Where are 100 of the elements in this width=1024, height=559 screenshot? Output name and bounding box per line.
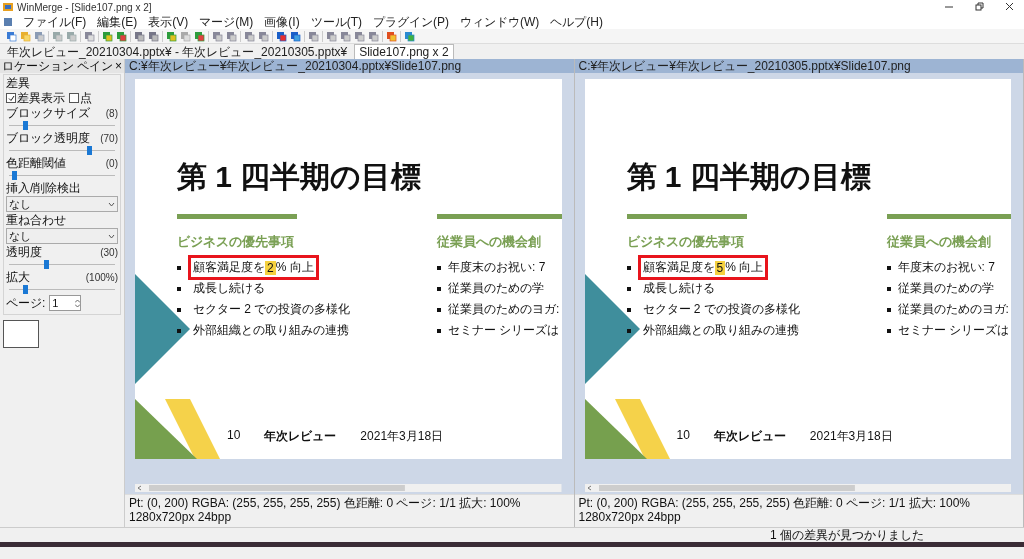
bullet-text: 従業員のためのヨガ: [897,301,1009,318]
toolbar-icon[interactable] [84,30,95,42]
menu-item[interactable]: ヘルプ(H) [549,14,604,29]
toolbar-icon[interactable] [404,30,415,42]
section-heading: ビジネスの優先事項 [626,233,745,251]
bullet-icon [177,307,181,312]
menu-item[interactable]: ツール(T) [309,14,363,29]
footer-date: 2021年3月18日 [360,428,444,445]
toolbar-icon[interactable] [134,30,145,42]
slider[interactable] [9,260,115,269]
bullet-text: セクター 2 での投資の多様化 [641,301,801,318]
bullet-text: 成長し続ける [192,280,266,297]
toolbar-icon[interactable] [276,30,287,42]
bullet-text: 年度末のお祝い: 7 [448,259,546,276]
slide-number: 10 [227,428,241,444]
toolbar-icon[interactable] [326,30,337,42]
slider-reading: (70) [100,132,118,144]
footer-date: 2021年3月18日 [809,428,893,445]
bullet-text: 外部組織との取り組みの連携 [192,322,350,339]
checkbox[interactable] [69,93,79,103]
toolbar-icon[interactable] [244,30,255,42]
menu-item[interactable]: マージ(M) [198,14,255,29]
bullet-text: 従業員のための学 [897,280,994,297]
slide-title: 第 1 四半期の目標 [177,159,423,195]
bullet-text: 従業員のための学 [448,280,544,297]
bullet-icon [886,328,891,333]
document-tab[interactable]: 年次レビュー_20210304.pptx¥ - 年次レビュー_20210305.pptx¥ [2,44,353,59]
slider-label: 透明度 [6,245,42,259]
slider-label: 色距離閾値 [6,156,66,170]
toolbar-icon[interactable] [386,30,397,42]
slider-reading: (0) [105,157,118,169]
slider-thumb[interactable] [22,285,28,294]
bullet-icon [177,328,181,333]
close-button[interactable]: × [115,59,122,73]
chevron-icon [108,201,115,207]
dropdown[interactable]: なし [6,196,118,212]
bullet-icon [437,286,441,291]
dropdown[interactable]: なし [6,228,118,244]
file-path: C:¥年次レビュー¥年次レビュー_20210304.pptx¥Slide107.png [125,59,574,73]
menu-item[interactable]: 編集(E) [96,14,139,29]
toolbar-icon[interactable] [258,30,269,42]
footer-title: 年次レビュー [264,428,337,445]
slider-thumb[interactable] [22,121,28,130]
toolbar-icon[interactable] [354,30,365,42]
toolbar-icon[interactable] [368,30,379,42]
bullet-icon [626,265,631,270]
slider-reading: (8) [105,107,118,119]
page-spinner[interactable]: 1 [49,295,82,311]
document-tab[interactable]: Slide107.png x 2 [354,44,454,59]
stripe-shape [614,399,670,459]
horizontal-scrollbar[interactable] [135,484,562,492]
footer-title: 年次レビュー [713,428,786,445]
slider-label: ブロックサイズ [6,106,90,120]
dropdown-label: 挿入/削除検出 [6,181,83,195]
toolbar-icon[interactable] [194,30,205,42]
toolbar-icon[interactable] [340,30,351,42]
slider-reading: (100%) [85,271,118,283]
document-icon[interactable] [3,16,13,27]
bullet-icon [886,286,891,291]
app-icon [3,2,13,12]
horizontal-scrollbar[interactable] [584,484,1011,492]
slider[interactable] [9,146,115,155]
bullet-text: 年度末のお祝い: 7 [897,259,995,276]
file-path: C:¥年次レビュー¥年次レビュー_20210305.pptx¥Slide107.png [574,59,1023,73]
section-heading: ビジネスの優先事項 [177,233,295,251]
toolbar-icon[interactable] [212,30,223,42]
slider-thumb[interactable] [86,146,92,155]
bullet-text: 顧客満足度を 2 % 向上 [188,255,319,280]
toolbar-icon[interactable] [166,30,177,42]
slider[interactable] [9,171,115,180]
status-text: Pt: (0, 200) RGBA: (255, 255, 255, 255) 色距離: 0 ページ: 1/1 拡大: 100% 1280x720px 24bpp [125,494,574,527]
slider-thumb[interactable] [44,260,50,269]
status-message: 1 個の差異が見つかりました [770,528,924,542]
checkbox-label: 差異表示 [17,91,65,105]
spinner-label: ページ: [6,296,46,310]
checkbox[interactable] [6,93,16,103]
bullet-text: 外部組織との取り組みの連携 [641,322,800,339]
slider-thumb[interactable] [12,171,18,180]
menu-item[interactable]: プラグイン(P) [372,14,450,29]
toolbar-icon[interactable] [116,30,127,42]
toolbar-icon[interactable] [308,30,319,42]
toolbar-icon[interactable] [148,30,159,42]
spin-arrows-icon [75,298,81,308]
toolbar-icon[interactable] [226,30,237,42]
toolbar-icon[interactable] [102,30,113,42]
bullet-text: 顧客満足度を 5 % 向上 [637,255,769,280]
status-text: Pt: (0, 200) RGBA: (255, 255, 255, 255) 色距離: 0 ページ: 1/1 拡大: 100% 1280x720px 24bpp [574,494,1023,527]
toolbar-icon[interactable] [290,30,301,42]
menu-item[interactable]: ウィンドウ(W) [459,14,541,29]
thumbnail[interactable] [3,320,39,348]
slider[interactable] [9,121,115,130]
menu-item[interactable]: 画像(I) [263,14,301,29]
bullet-text: 成長し続ける [641,280,716,297]
bullet-icon [177,286,181,291]
pane-title: ロケーション ペイン [2,59,114,73]
toolbar-icon[interactable] [6,30,17,42]
bullet-text: セミナー シリーズは [448,322,560,339]
menu-item[interactable]: ファイル(F) [22,14,88,29]
menu-item[interactable]: 表示(V) [147,14,190,29]
slider[interactable] [9,285,115,294]
